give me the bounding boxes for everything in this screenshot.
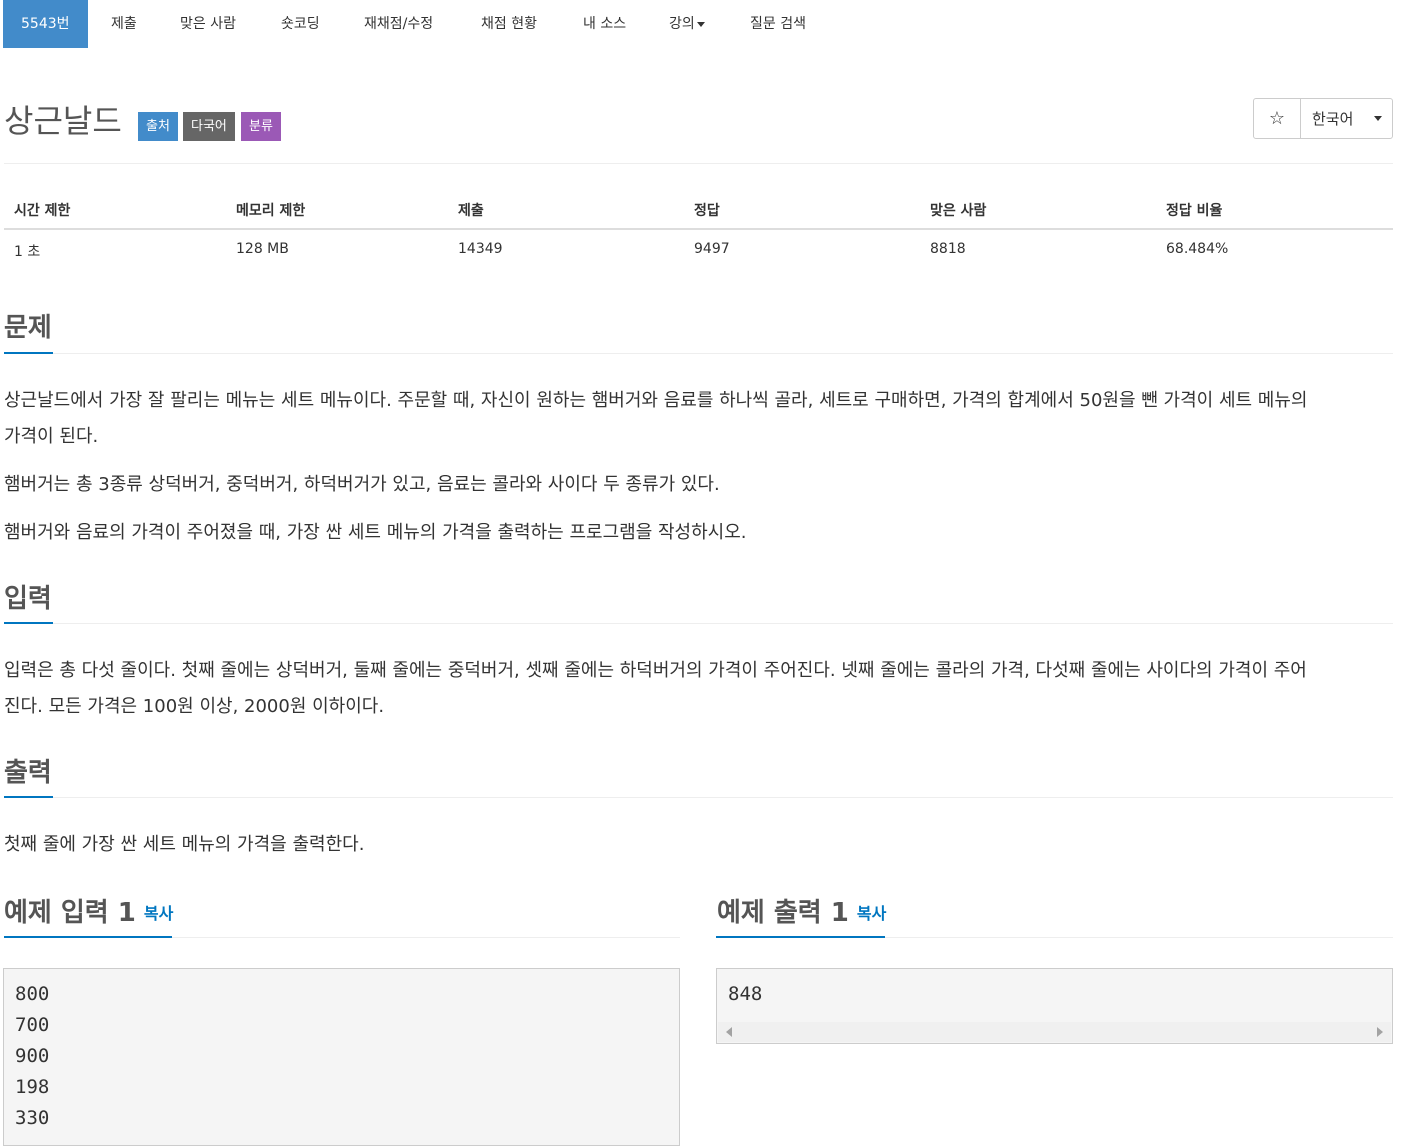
top-nav: 5543번 제출 맞은 사람 숏코딩 재채점/수정 채점 현황 내 소스 강의 … — [0, 0, 1402, 48]
table-header: 시간 제한 — [14, 203, 71, 219]
input-text-line: 입력은 총 다섯 줄이다. 첫째 줄에는 상덕버거, 둘째 줄에는 중덕버거, … — [4, 660, 1307, 681]
sample-output-heading: 예제 출력 1 복사 — [717, 892, 886, 929]
sample-input-title: 예제 입력 1 — [4, 898, 136, 928]
nav-lecture-label: 강의 — [669, 16, 695, 32]
problem-text-line: 가격이 된다. — [4, 426, 99, 447]
copy-output-link[interactable]: 복사 — [857, 904, 886, 923]
table-divider — [4, 228, 1393, 230]
nav-tab-submit[interactable]: 제출 — [111, 0, 137, 48]
nav-tab-rejudge[interactable]: 재채점/수정 — [364, 0, 433, 48]
output-section-heading: 출력 — [4, 758, 52, 788]
table-header: 정답 — [694, 203, 720, 219]
sample-input-line: 800 — [15, 983, 50, 1005]
problem-text-line: 햄버거는 총 3종류 상덕버거, 중덕버거, 하덕버거가 있고, 음료는 콜라와… — [4, 474, 720, 495]
sample-output-box[interactable]: 848 — [716, 968, 1393, 1044]
table-header: 제출 — [458, 203, 484, 219]
title-button-group: ☆ 한국어 — [1253, 98, 1393, 139]
input-text-line: 진다. 모든 가격은 100원 이상, 2000원 이하이다. — [4, 696, 385, 717]
sample-output-title: 예제 출력 1 — [717, 898, 849, 928]
nav-tab-problem-number[interactable]: 5543번 — [3, 0, 88, 48]
section-underline — [4, 622, 53, 624]
chevron-down-icon — [1374, 116, 1382, 121]
language-dropdown[interactable]: 한국어 — [1301, 99, 1392, 138]
title-divider — [4, 163, 1393, 164]
star-button[interactable]: ☆ — [1254, 99, 1301, 138]
tag-multilang[interactable]: 다국어 — [183, 112, 235, 141]
output-text: 첫째 줄에 가장 싼 세트 메뉴의 가격을 출력한다. — [4, 834, 365, 855]
sample-input-line: 198 — [15, 1076, 50, 1098]
section-divider — [53, 797, 1393, 798]
table-cell: 68.484% — [1166, 241, 1229, 257]
section-divider — [172, 937, 680, 938]
scroll-right-icon[interactable] — [1377, 1027, 1383, 1037]
problem-text-line: 햄버거와 음료의 가격이 주어졌을 때, 가장 싼 세트 메뉴의 가격을 출력하… — [4, 522, 747, 543]
tag-source[interactable]: 출처 — [138, 112, 178, 141]
sample-output-line: 848 — [728, 983, 763, 1005]
sample-input-line: 330 — [15, 1107, 50, 1129]
tag-classification[interactable]: 분류 — [241, 112, 281, 141]
sample-input-heading: 예제 입력 1 복사 — [4, 892, 173, 929]
table-header: 정답 비율 — [1166, 203, 1223, 219]
sample-input-line: 900 — [15, 1045, 50, 1067]
horizontal-scrollbar[interactable] — [718, 1022, 1391, 1042]
nav-tab-status[interactable]: 채점 현황 — [481, 0, 537, 48]
problem-text-line: 상근날드에서 가장 잘 팔리는 메뉴는 세트 메뉴이다. 주문할 때, 자신이 … — [4, 390, 1308, 411]
table-header: 메모리 제한 — [236, 203, 306, 219]
table-cell: 9497 — [694, 241, 730, 257]
section-underline — [716, 936, 885, 938]
input-section-heading: 입력 — [4, 584, 52, 614]
table-cell: 8818 — [930, 241, 966, 257]
nav-tab-short-coding[interactable]: 숏코딩 — [281, 0, 320, 48]
nav-tab-question-search[interactable]: 질문 검색 — [750, 0, 806, 48]
language-label: 한국어 — [1312, 110, 1354, 128]
scroll-left-icon[interactable] — [726, 1027, 732, 1037]
section-divider — [885, 937, 1393, 938]
section-underline — [4, 936, 172, 938]
section-divider — [53, 623, 1393, 624]
table-cell: 14349 — [458, 241, 503, 257]
page-title: 상근날드 — [4, 102, 122, 140]
nav-tab-solved-users[interactable]: 맞은 사람 — [180, 0, 236, 48]
table-cell: 128 MB — [236, 241, 289, 257]
sample-input-box[interactable]: 800 700 900 198 330 — [3, 968, 680, 1146]
copy-input-link[interactable]: 복사 — [144, 904, 173, 923]
star-icon: ☆ — [1268, 108, 1286, 129]
problem-section-heading: 문제 — [4, 313, 52, 343]
chevron-down-icon — [696, 21, 705, 27]
nav-tab-my-source[interactable]: 내 소스 — [583, 0, 626, 48]
sample-input-line: 700 — [15, 1014, 50, 1036]
table-cell: 1 초 — [14, 244, 41, 260]
nav-tab-lecture[interactable]: 강의 — [669, 0, 705, 48]
table-header: 맞은 사람 — [930, 203, 987, 219]
section-underline — [4, 352, 53, 354]
section-underline — [4, 796, 53, 798]
section-divider — [53, 353, 1393, 354]
